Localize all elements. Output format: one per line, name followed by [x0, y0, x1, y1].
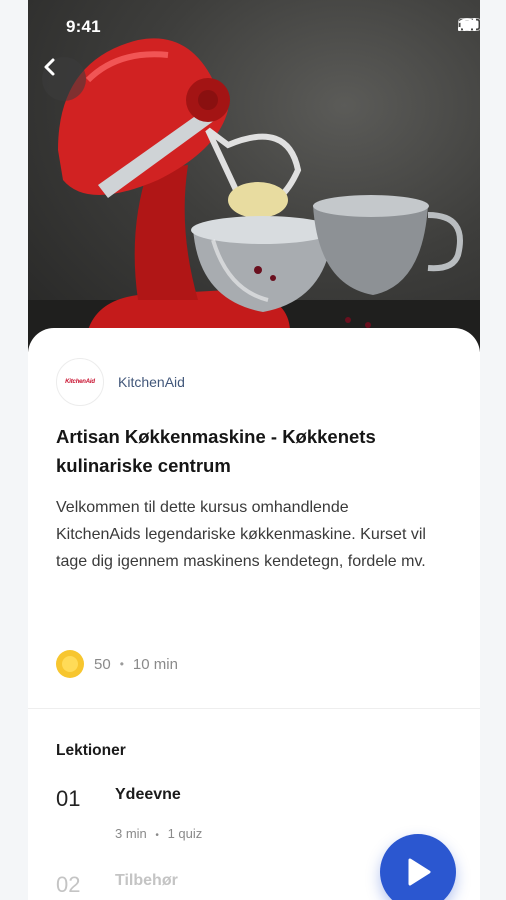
- course-details-sheet: KitchenAid KitchenAid Artisan Køkkenmask…: [28, 328, 480, 900]
- coin-icon: [56, 650, 84, 678]
- course-description: Velkommen til dette kursus omhandlende K…: [56, 499, 426, 570]
- lessons-heading: Lektioner: [56, 742, 126, 759]
- course-meta: 50 • 10 min: [56, 650, 178, 678]
- brand-row[interactable]: KitchenAid KitchenAid: [56, 358, 185, 406]
- lesson-title: Tilbehør: [115, 872, 178, 889]
- lesson-quiz-count: 1 quiz: [167, 826, 203, 841]
- phone-screen: 9:41 KitchenAid KitchenAid Artisan Køkke…: [28, 0, 480, 900]
- lesson-title: Ydeevne: [115, 786, 181, 803]
- hero-image: 9:41: [28, 0, 480, 352]
- brand-name: KitchenAid: [118, 374, 185, 390]
- lesson-meta-separator: •: [155, 830, 159, 841]
- battery-icon: [458, 18, 480, 31]
- chevron-left-icon: [44, 58, 55, 76]
- lesson-number: 01: [56, 786, 81, 811]
- status-time: 9:41: [66, 17, 101, 36]
- lesson-duration: 3 min: [115, 826, 147, 841]
- lesson-number: 02: [56, 872, 81, 897]
- lesson-meta: 3 min • 1 quiz: [115, 826, 202, 841]
- points-value: 50: [94, 655, 111, 673]
- divider: [28, 708, 480, 709]
- status-bar: 9:41: [28, 0, 480, 56]
- duration-value: 10 min: [132, 655, 178, 673]
- back-button[interactable]: [42, 57, 86, 101]
- play-icon: [408, 858, 431, 886]
- brand-logo: KitchenAid: [56, 358, 104, 406]
- meta-separator: •: [119, 657, 124, 671]
- course-title: Artisan Køkkenmaskine - Køkkenets kulina…: [56, 426, 376, 476]
- play-button[interactable]: [380, 834, 456, 900]
- brand-logo-text: KitchenAid: [65, 379, 95, 385]
